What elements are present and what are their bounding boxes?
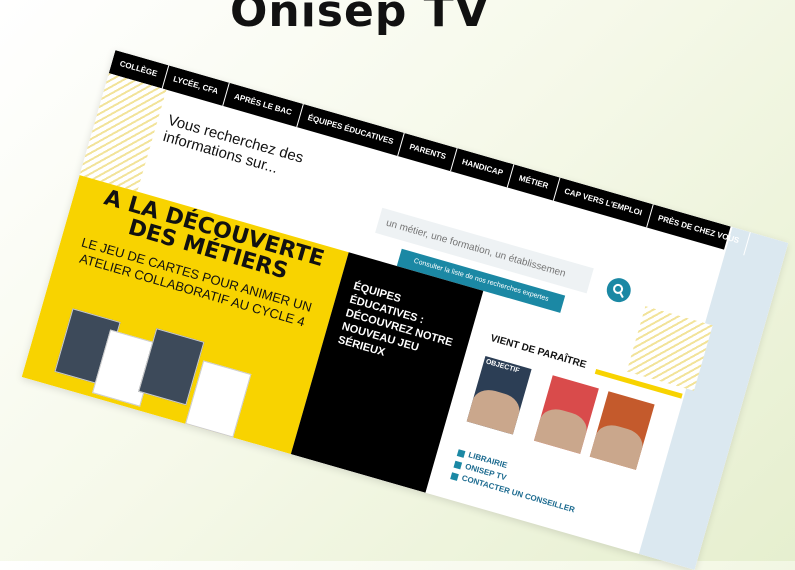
book-cover[interactable] [589, 391, 655, 470]
website-screenshot: COLLÈGE LYCÉE, CFA APRÈS LE BAC ÉQUIPES … [21, 50, 789, 570]
cover-portrait [589, 420, 647, 470]
page-title: Onisep TV [230, 0, 490, 37]
nav-item-cap-vers-l-emploi[interactable]: CAP VERS L'EMPLOI [553, 177, 654, 228]
nav-item-handicap[interactable]: HANDICAP [451, 148, 515, 188]
nav-item-equipes-educatives[interactable]: ÉQUIPES ÉDUCATIVES [296, 104, 406, 157]
nav-item-parents[interactable]: PARENTS [398, 133, 458, 172]
nav-item-pres-de-chez-vous[interactable]: PRÈS DE CHEZ VOUS [647, 204, 751, 256]
cover-label: OBJECTIF [484, 358, 521, 375]
decorative-hatch-left [79, 73, 167, 192]
book-cover[interactable] [533, 375, 599, 454]
bullet-icon [450, 471, 459, 481]
book-cover[interactable]: OBJECTIF [466, 355, 532, 435]
cover-portrait [533, 404, 591, 454]
nav-item-metier[interactable]: MÉTIER [507, 164, 561, 201]
cover-portrait [466, 385, 524, 435]
nav-item-apres-le-bac[interactable]: APRÈS LE BAC [223, 82, 304, 128]
bullet-icon [453, 460, 463, 469]
nav-item-lycee-cfa[interactable]: LYCÉE, CFA [162, 65, 230, 107]
bullet-icon [456, 448, 466, 458]
search-button[interactable] [603, 275, 634, 305]
game-banner[interactable]: A LA DÉCOUVERTE DES MÉTIERS LE JEU DE CA… [21, 175, 349, 455]
search-icon [613, 283, 624, 299]
card-images [44, 296, 287, 438]
